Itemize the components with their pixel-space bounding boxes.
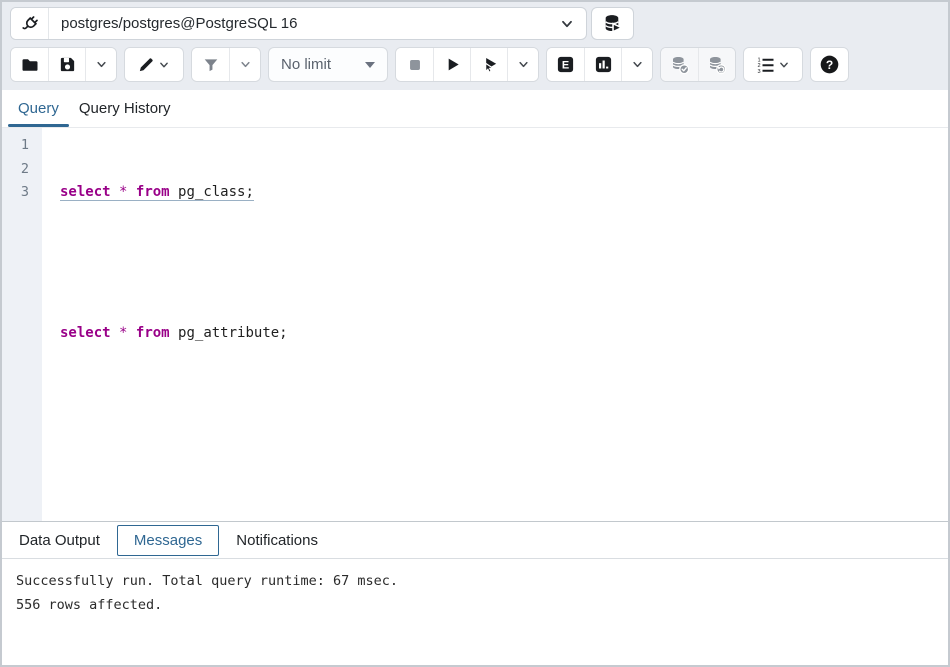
connection-status-button[interactable] <box>11 8 49 39</box>
edit-menu-button[interactable] <box>125 48 183 81</box>
stop-icon <box>406 56 424 74</box>
line-number-gutter: 1 2 3 <box>2 128 42 521</box>
caret-down-icon <box>365 62 375 68</box>
editor-tabstrip: Query Query History <box>2 90 948 128</box>
row-limit-select[interactable]: No limit <box>268 47 388 82</box>
query-tool-window: postgres/postgres@PostgreSQL 16 <box>0 0 950 667</box>
play-with-cursor-icon <box>480 55 499 74</box>
open-file-button[interactable] <box>11 48 48 81</box>
rollback-button[interactable] <box>698 48 735 81</box>
chevron-down-icon <box>157 58 171 72</box>
connection-group: postgres/postgres@PostgreSQL 16 <box>10 7 587 40</box>
message-line-rows: 556 rows affected. <box>16 593 934 617</box>
tab-messages-label: Messages <box>134 532 202 549</box>
tab-notifications-label: Notifications <box>236 532 318 549</box>
svg-text:E: E <box>562 59 569 71</box>
row-limit-value: No limit <box>281 56 331 73</box>
database-rollback-icon <box>707 55 727 75</box>
svg-text:3: 3 <box>757 68 760 74</box>
new-connection-button[interactable] <box>591 7 634 40</box>
filter-button[interactable] <box>192 48 229 81</box>
tab-query-label: Query <box>18 100 59 117</box>
code-line-1: select * from pg_class; <box>60 181 948 205</box>
pencil-icon <box>137 55 156 74</box>
sql-editor[interactable]: 1 2 3 select * from pg_class; select * f… <box>2 128 948 521</box>
database-new-connection-icon <box>602 13 623 34</box>
save-button[interactable] <box>48 48 85 81</box>
connection-bar: postgres/postgres@PostgreSQL 16 <box>2 2 948 44</box>
chevron-down-icon <box>777 58 791 72</box>
stop-button[interactable] <box>396 48 433 81</box>
execute-button[interactable] <box>433 48 470 81</box>
svg-text:?: ? <box>826 58 833 72</box>
question-circle-icon: ? <box>819 54 840 75</box>
chevron-down-icon <box>238 57 253 72</box>
numbered-list-icon: 1 2 3 <box>756 55 776 75</box>
connection-select[interactable]: postgres/postgres@PostgreSQL 16 <box>49 8 586 39</box>
execute-from-cursor-button[interactable] <box>470 48 507 81</box>
tab-query-history-label: Query History <box>79 100 171 117</box>
chevron-down-icon <box>516 57 531 72</box>
results-tabstrip: Data Output Messages Notifications <box>2 522 948 559</box>
line-number: 2 <box>2 158 42 182</box>
commit-button[interactable] <box>661 48 698 81</box>
filter-button-group <box>191 47 261 82</box>
code-line-2 <box>60 252 948 276</box>
explain-analyze-button[interactable] <box>584 48 621 81</box>
macros-button-group: 1 2 3 <box>743 47 803 82</box>
explain-button-group: E <box>546 47 653 82</box>
transaction-button-group <box>660 47 736 82</box>
play-icon <box>443 55 462 74</box>
chevron-down-icon <box>558 15 576 33</box>
filter-dropdown-button[interactable] <box>229 48 260 81</box>
funnel-icon <box>202 56 220 74</box>
explain-e-icon: E <box>556 55 575 74</box>
line-number: 1 <box>2 134 42 158</box>
chevron-down-icon <box>94 57 109 72</box>
chevron-down-icon <box>630 57 645 72</box>
plug-icon <box>19 13 41 35</box>
query-toolbar: No limit <box>2 44 948 90</box>
tab-messages[interactable]: Messages <box>117 525 219 556</box>
execute-options-dropdown-button[interactable] <box>507 48 538 81</box>
folder-icon <box>20 55 40 75</box>
message-line-runtime: Successfully run. Total query runtime: 6… <box>16 569 934 593</box>
execute-button-group <box>395 47 539 82</box>
code-area[interactable]: select * from pg_class; select * from pg… <box>42 128 948 521</box>
tab-data-output-label: Data Output <box>19 532 100 549</box>
tab-data-output[interactable]: Data Output <box>6 526 113 555</box>
bar-chart-icon <box>594 55 613 74</box>
database-commit-icon <box>670 55 690 75</box>
help-button[interactable]: ? <box>811 48 848 81</box>
tab-query-history[interactable]: Query History <box>69 90 181 127</box>
explain-options-dropdown-button[interactable] <box>621 48 652 81</box>
help-button-group: ? <box>810 47 849 82</box>
line-number: 3 <box>2 181 42 205</box>
edit-button-group <box>124 47 184 82</box>
explain-button[interactable]: E <box>547 48 584 81</box>
tab-query[interactable]: Query <box>8 90 69 127</box>
save-icon <box>58 55 77 74</box>
macros-button[interactable]: 1 2 3 <box>744 48 802 81</box>
code-line-3: select * from pg_attribute; <box>60 322 948 346</box>
save-dropdown-button[interactable] <box>85 48 116 81</box>
connection-select-value: postgres/postgres@PostgreSQL 16 <box>61 15 297 32</box>
file-button-group <box>10 47 117 82</box>
messages-panel: Successfully run. Total query runtime: 6… <box>2 559 948 665</box>
tab-notifications[interactable]: Notifications <box>223 526 331 555</box>
